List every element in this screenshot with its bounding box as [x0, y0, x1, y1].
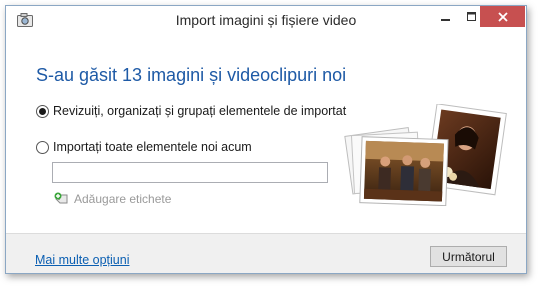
next-button[interactable]: Următorul — [430, 246, 507, 267]
add-tags-link[interactable]: Adăugare etichete — [54, 192, 171, 206]
tag-input[interactable] — [52, 162, 328, 183]
option-import-all[interactable]: Importați toate elementele noi acum — [36, 140, 252, 154]
option-review-label: Revizuiți, organizați și grupați element… — [53, 104, 347, 118]
more-options-link[interactable]: Mai multe opțiuni — [35, 253, 130, 267]
close-icon — [497, 11, 508, 22]
minimize-icon — [441, 18, 450, 21]
add-tags-label: Adăugare etichete — [74, 192, 172, 206]
radio-import-all[interactable] — [36, 140, 49, 154]
import-dialog: Import imagini și fișiere video S-au găs… — [5, 5, 527, 274]
maximize-icon — [467, 11, 476, 21]
title-bar: Import imagini și fișiere video — [6, 6, 526, 34]
close-button[interactable] — [480, 6, 525, 27]
minimize-button[interactable] — [433, 6, 459, 27]
photo-stack-illustration — [339, 103, 509, 207]
option-import-all-label: Importați toate elementele noi acum — [53, 140, 252, 154]
radio-review[interactable] — [36, 104, 49, 118]
tag-add-icon — [54, 192, 68, 204]
option-review[interactable]: Revizuiți, organizați și grupați element… — [36, 104, 346, 118]
page-title: S-au găsit 13 imagini și videoclipuri no… — [36, 65, 347, 85]
